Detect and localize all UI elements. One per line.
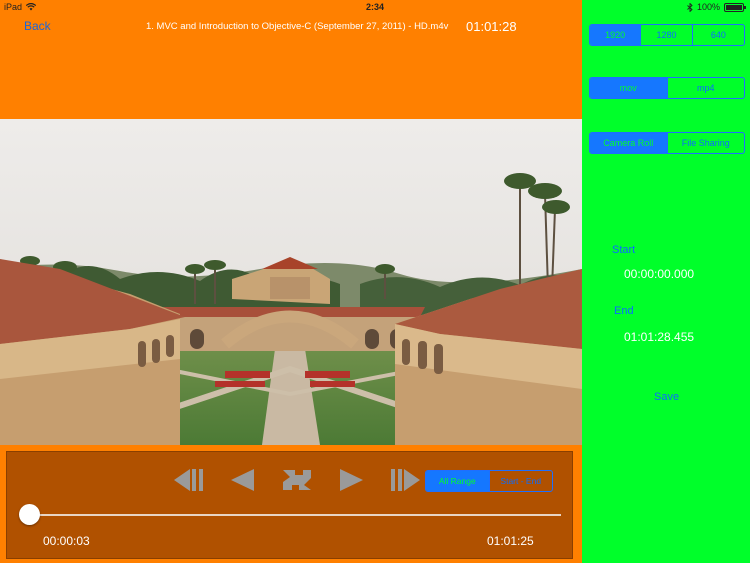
skip-back-icon[interactable] — [172, 466, 206, 494]
resolution-640-option[interactable]: 640 — [691, 25, 744, 45]
total-duration: 01:01:28 — [466, 19, 517, 34]
play-icon[interactable] — [334, 466, 368, 494]
clock: 2:34 — [365, 2, 384, 12]
resolution-1920-option[interactable]: 1920 — [590, 25, 641, 45]
end-label: End — [614, 305, 634, 317]
status-bar: iPad 2:34 100% — [0, 0, 750, 16]
battery-icon — [724, 2, 746, 12]
video-frame[interactable] — [0, 119, 582, 445]
back-button[interactable]: Back — [24, 19, 51, 33]
step-back-icon[interactable] — [226, 466, 260, 494]
destination-camera-roll-option[interactable]: Camera Roll — [590, 133, 667, 153]
resolution-1280-option[interactable]: 1280 — [640, 25, 691, 45]
end-time-value[interactable]: 01:01:28.455 — [624, 330, 694, 344]
battery-percent: 100% — [696, 2, 720, 12]
bluetooth-icon — [687, 2, 693, 12]
format-mov-option[interactable]: mov — [590, 78, 667, 98]
start-time-value[interactable]: 00:00:00.000 — [624, 267, 694, 281]
range-all-option[interactable]: All Range — [426, 471, 489, 491]
remaining-time: 01:01:25 — [487, 534, 534, 548]
trim-icon[interactable] — [280, 466, 314, 494]
playback-controls: All Range Start - End 00:00:03 01:01:25 — [6, 451, 573, 559]
format-selector: mov mp4 — [589, 77, 745, 99]
format-mp4-option[interactable]: mp4 — [666, 78, 745, 98]
file-title: 1. MVC and Introduction to Objective-C (… — [146, 21, 449, 32]
save-button[interactable]: Save — [654, 391, 679, 403]
video-thumbnail — [0, 119, 582, 445]
destination-selector: Camera Roll File Sharing — [589, 132, 745, 154]
current-time: 00:00:03 — [43, 534, 90, 548]
destination-file-sharing-option[interactable]: File Sharing — [666, 133, 745, 153]
range-selector: All Range Start - End — [425, 470, 553, 492]
skip-forward-icon[interactable] — [388, 466, 422, 494]
start-label: Start — [612, 244, 636, 256]
seek-thumb[interactable] — [19, 504, 40, 525]
player-panel: Back 1. MVC and Introduction to Objectiv… — [0, 0, 582, 563]
range-start-end-option[interactable]: Start - End — [488, 471, 553, 491]
seek-track[interactable] — [29, 514, 561, 516]
resolution-selector: 1920 1280 640 — [589, 24, 745, 46]
